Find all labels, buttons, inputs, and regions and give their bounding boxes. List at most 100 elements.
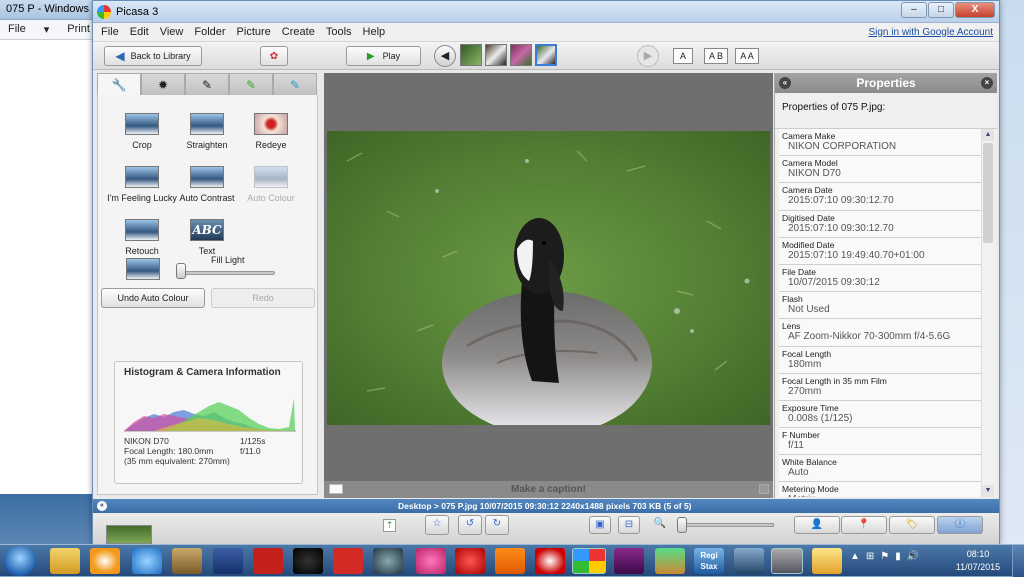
acrobat-icon[interactable] [333, 548, 363, 574]
bg-menu-file[interactable]: File [8, 23, 26, 36]
audio-app-icon[interactable] [455, 548, 485, 574]
fill-light-slider-handle[interactable] [176, 263, 186, 279]
network-icon[interactable]: ▮ [895, 551, 901, 562]
bg-menu-dropdown[interactable]: ▾ [44, 23, 50, 36]
back-to-library-button[interactable]: ◀ Back to Library [104, 46, 202, 66]
clock[interactable]: 08:10 11/07/2015 [952, 548, 1004, 574]
tags-button[interactable]: 🏷 [889, 516, 935, 534]
vlc-icon[interactable] [495, 548, 525, 574]
scroll-up-icon[interactable]: ▲ [982, 129, 994, 141]
actual-size-button[interactable]: ⊟ [618, 516, 640, 534]
start-button[interactable] [4, 546, 36, 576]
geotag-button[interactable]: 📍 [841, 516, 887, 534]
menu-view[interactable]: View [160, 26, 184, 38]
next-image-button[interactable]: ▶ [637, 45, 659, 67]
collapse-icon[interactable]: « [779, 77, 791, 89]
flag-icon[interactable]: ⚑ [880, 551, 889, 562]
winrar-icon[interactable] [614, 548, 644, 574]
picasa-app-icon [97, 4, 111, 19]
paint-app-icon[interactable] [734, 548, 764, 574]
windows-flag-icon[interactable]: ⊞ [866, 551, 874, 562]
filmstrip-thumbnail[interactable] [485, 44, 507, 66]
crown-app-icon[interactable] [213, 548, 243, 574]
tray-expand-icon[interactable]: ▲ [850, 551, 860, 562]
fill-light-slider[interactable] [180, 271, 275, 275]
camera-app-icon[interactable] [373, 548, 403, 574]
clock-date: 11/07/2015 [955, 562, 1001, 572]
caption-style-button-1[interactable]: A [673, 48, 693, 64]
caption-style-button-3[interactable]: A A [735, 48, 759, 64]
tray-thumbnail[interactable] [106, 525, 152, 544]
rotate-left-button[interactable]: ↺ [458, 515, 482, 535]
explorer-icon[interactable] [50, 548, 80, 574]
caption-style-button-2[interactable]: A B [704, 48, 728, 64]
feeling-lucky-tool[interactable]: I'm Feeling Lucky [106, 166, 178, 203]
pink-app-icon[interactable] [416, 548, 446, 574]
filmstrip-thumbnail[interactable] [510, 44, 532, 66]
show-desktop-button[interactable] [1012, 545, 1024, 577]
adobe-icon[interactable] [253, 548, 283, 574]
zoom-slider-handle[interactable] [677, 517, 687, 533]
qq-icon[interactable] [293, 548, 323, 574]
scroll-down-icon[interactable]: ▼ [982, 485, 994, 497]
picture-app-icon[interactable] [812, 548, 842, 574]
star-button[interactable]: ☆ [425, 515, 449, 535]
redeye-tool[interactable]: Redeye [235, 113, 307, 150]
photo[interactable] [327, 131, 770, 425]
auto-contrast-tool[interactable]: Auto Contrast [171, 166, 243, 203]
menu-tools[interactable]: Tools [326, 26, 352, 38]
scrollbar-thumb[interactable] [983, 143, 993, 243]
text-tool[interactable]: ABC Text [171, 219, 243, 256]
caption-bar[interactable]: Make a caption! [324, 481, 773, 498]
internet-explorer-icon[interactable] [132, 548, 162, 574]
minimize-button[interactable]: – [901, 2, 927, 18]
fit-button[interactable]: ▣ [589, 516, 611, 534]
menu-help[interactable]: Help [363, 26, 386, 38]
collapse-tray-icon[interactable]: « [97, 501, 107, 511]
rotate-right-button[interactable]: ↻ [485, 515, 509, 535]
zoom-button[interactable]: 🔍 [649, 516, 671, 534]
menu-picture[interactable]: Picture [237, 26, 271, 38]
filmstrip-thumbnail-selected[interactable] [535, 44, 557, 66]
tab-effects-2[interactable]: ✎ [229, 73, 273, 95]
straighten-tool[interactable]: Straighten [171, 113, 243, 150]
caption-placeholder[interactable]: Make a caption! [511, 484, 586, 495]
caption-trash-icon[interactable] [759, 484, 769, 494]
people-button[interactable]: 👤 [794, 516, 840, 534]
menu-create[interactable]: Create [282, 26, 315, 38]
filmstrip-thumbnail[interactable] [460, 44, 482, 66]
colorful-app-icon[interactable] [655, 548, 685, 574]
menu-file[interactable]: File [101, 26, 119, 38]
volume-icon[interactable]: 🔊 [907, 551, 919, 562]
caption-icon[interactable] [329, 484, 343, 494]
play-button[interactable]: ▶ Play [346, 46, 421, 66]
previous-image-button[interactable]: ◀ [434, 45, 456, 67]
picasa-taskbar-icon[interactable] [572, 548, 606, 574]
undo-button[interactable]: Undo Auto Colour [101, 288, 205, 308]
tray-green-pin-icon[interactable]: ⇡ [383, 519, 396, 532]
registax-icon[interactable]: Regi Stax [694, 548, 724, 574]
close-button[interactable]: X [955, 2, 995, 18]
zoom-slider[interactable] [678, 523, 774, 527]
tab-effects[interactable]: ✎ [185, 73, 229, 95]
media-player-icon[interactable] [90, 548, 120, 574]
crop-tool[interactable]: Crop [106, 113, 178, 150]
photo-viewer-icon[interactable] [771, 548, 803, 574]
sign-in-link[interactable]: Sign in with Google Account [868, 27, 993, 38]
menu-edit[interactable]: Edit [130, 26, 149, 38]
retouch-tool[interactable]: Retouch [106, 219, 178, 256]
properties-button[interactable]: ⓘ [937, 516, 983, 534]
tab-effects-3[interactable]: ✎ [273, 73, 317, 95]
tab-basic-fixes[interactable]: 🔧 [97, 73, 141, 95]
edit-panel: 🔧 ✹ ✎ ✎ ✎ Crop Straighten Redeye I'm Fee… [97, 73, 318, 498]
bg-menu-print[interactable]: Print [67, 23, 90, 36]
properties-scrollbar[interactable]: ▲ ▼ [981, 129, 994, 497]
close-panel-icon[interactable]: × [981, 77, 993, 89]
blocked-app-icon[interactable] [535, 548, 565, 574]
library-icon[interactable] [172, 548, 202, 574]
menu-folder[interactable]: Folder [194, 26, 225, 38]
color-wheel-button[interactable]: ✿ [260, 46, 288, 66]
tab-tuning[interactable]: ✹ [141, 73, 185, 95]
play-label: Play [382, 51, 401, 61]
maximize-button[interactable]: □ [928, 2, 954, 18]
